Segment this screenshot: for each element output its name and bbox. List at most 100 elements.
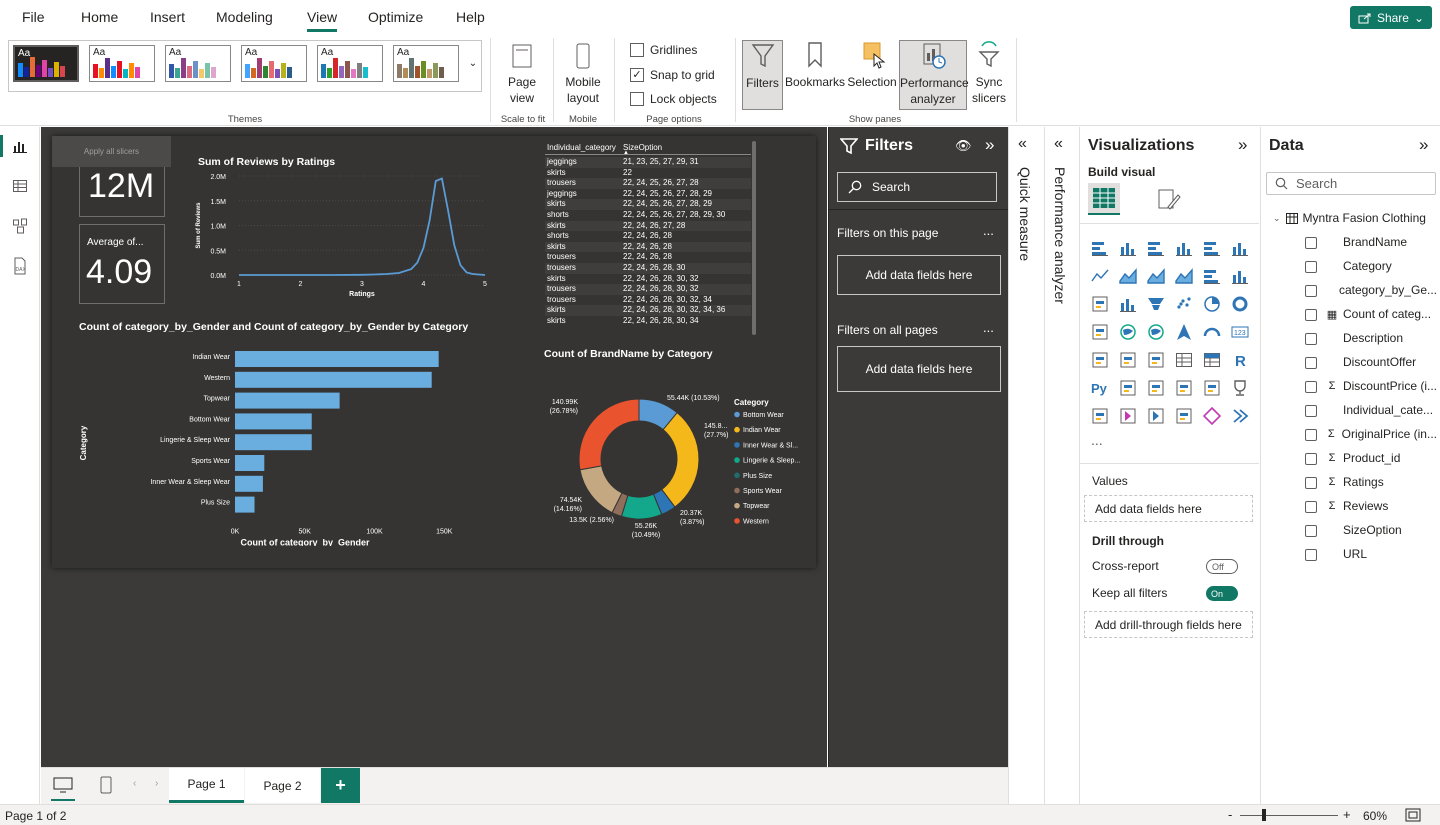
line-series[interactable] bbox=[239, 177, 486, 276]
field-item[interactable]: Individual_cate... bbox=[1325, 403, 1437, 417]
narrative-icon[interactable] bbox=[1202, 378, 1222, 398]
bar[interactable] bbox=[235, 434, 312, 451]
field-item[interactable]: Σ Ratings bbox=[1325, 475, 1437, 489]
field-item[interactable]: DiscountOffer bbox=[1325, 355, 1437, 369]
field-checkbox[interactable] bbox=[1305, 429, 1317, 441]
menu-file[interactable]: File bbox=[22, 9, 45, 25]
bar[interactable] bbox=[235, 371, 432, 388]
bar[interactable] bbox=[235, 413, 312, 430]
new-card-icon[interactable] bbox=[1174, 406, 1194, 426]
theme-option[interactable]: Aa bbox=[165, 45, 231, 82]
menu-insert[interactable]: Insert bbox=[150, 9, 185, 25]
line-column-icon[interactable] bbox=[1202, 266, 1222, 286]
donut-slice[interactable] bbox=[578, 398, 640, 471]
power-automate-icon[interactable] bbox=[1146, 406, 1166, 426]
bar[interactable] bbox=[235, 455, 265, 471]
table-row[interactable]: skirts 22, 24, 26, 27, 28 bbox=[545, 220, 751, 232]
treemap-icon[interactable] bbox=[1090, 322, 1110, 342]
add-fields-page-dropzone[interactable]: Add data fields here bbox=[837, 255, 1001, 295]
table-row[interactable]: jeggings 21, 23, 25, 27, 29, 31 bbox=[545, 157, 751, 168]
field-item[interactable]: Σ Product_id bbox=[1325, 451, 1437, 465]
menu-home[interactable]: Home bbox=[81, 9, 118, 25]
donut-icon[interactable] bbox=[1230, 294, 1250, 314]
table-row[interactable]: shorts 22, 24, 26, 28 bbox=[545, 231, 751, 242]
donut-slice[interactable] bbox=[579, 465, 623, 514]
snap-to-grid-checkbox[interactable]: ✓ Snap to grid bbox=[630, 68, 715, 82]
field-checkbox[interactable] bbox=[1305, 261, 1317, 273]
field-checkbox[interactable] bbox=[1305, 357, 1317, 369]
keep-all-filters-toggle[interactable]: On bbox=[1206, 586, 1238, 601]
mobile-layout-button[interactable]: Mobile layout bbox=[560, 42, 606, 106]
legend-item[interactable]: Western bbox=[743, 518, 769, 525]
ribbon-chart-icon[interactable] bbox=[1090, 294, 1110, 314]
gridlines-checkbox[interactable]: Gridlines bbox=[630, 43, 697, 57]
kpi-card-average[interactable]: Average of... 4.09 bbox=[79, 224, 165, 304]
100-bar-icon[interactable] bbox=[1202, 238, 1222, 258]
r-script-icon[interactable]: R bbox=[1230, 350, 1250, 370]
filters-search-input[interactable]: Search bbox=[837, 172, 997, 202]
eye-icon[interactable]: 👁 bbox=[955, 138, 972, 154]
table-row[interactable]: skirts 22, 24, 26, 28, 30, 34 bbox=[545, 316, 751, 327]
azure-map-icon[interactable] bbox=[1174, 322, 1194, 342]
filters-pane-button[interactable]: Filters bbox=[742, 40, 783, 110]
field-item[interactable]: Σ Reviews bbox=[1325, 499, 1437, 513]
field-item[interactable]: Category bbox=[1325, 259, 1437, 273]
field-checkbox[interactable] bbox=[1305, 501, 1317, 513]
power-apps-icon[interactable] bbox=[1118, 406, 1138, 426]
field-checkbox[interactable] bbox=[1305, 285, 1317, 297]
fit-to-page-icon[interactable] bbox=[1405, 808, 1421, 825]
multirow-card-icon[interactable] bbox=[1090, 350, 1110, 370]
field-item[interactable]: Description bbox=[1325, 331, 1437, 345]
theme-option[interactable]: Aa bbox=[393, 45, 459, 82]
stacked-area-icon[interactable] bbox=[1146, 266, 1166, 286]
line-clustered-icon[interactable] bbox=[1230, 266, 1250, 286]
theme-option[interactable]: Aa bbox=[241, 45, 307, 82]
drill-through-dropzone[interactable]: Add drill-through fields here bbox=[1084, 611, 1253, 638]
menu-view[interactable]: View bbox=[307, 9, 337, 25]
field-checkbox[interactable] bbox=[1305, 525, 1317, 537]
quick-measure-pane[interactable]: « Quick measure bbox=[1008, 127, 1044, 804]
donut-slice[interactable] bbox=[661, 411, 700, 508]
table-row[interactable]: shorts 22, 24, 25, 26, 27, 28, 29, 30 bbox=[545, 210, 751, 221]
performance-analyzer-button[interactable]: Performance analyzer bbox=[899, 40, 969, 110]
table-icon[interactable] bbox=[1174, 350, 1194, 370]
field-item[interactable]: BrandName bbox=[1325, 235, 1437, 249]
themes-expand-icon[interactable]: ⌄ bbox=[467, 45, 479, 82]
zoom-slider-thumb[interactable] bbox=[1262, 809, 1266, 821]
bar[interactable] bbox=[235, 496, 255, 513]
expand-icon[interactable]: « bbox=[1054, 135, 1063, 153]
area-chart-icon[interactable] bbox=[1118, 266, 1138, 286]
legend-item[interactable]: Bottom Wear bbox=[743, 412, 784, 419]
performance-analyzer-pane[interactable]: « Performance analyzer bbox=[1044, 127, 1079, 804]
field-item[interactable]: URL bbox=[1325, 547, 1437, 561]
desktop-layout-icon[interactable] bbox=[51, 774, 75, 796]
donut-chart-brand-by-category[interactable]: 55.44K (10.53%) 145.8... (27.7%) 20.37K (3.8… bbox=[542, 376, 814, 556]
page-view-button[interactable]: Page view bbox=[500, 42, 544, 106]
model-view-icon[interactable] bbox=[9, 215, 31, 237]
lock-objects-checkbox[interactable]: Lock objects bbox=[630, 92, 717, 106]
zoom-slider-track[interactable] bbox=[1240, 815, 1338, 816]
pie-icon[interactable] bbox=[1202, 294, 1222, 314]
table-row[interactable]: skirts 22, 24, 26, 28 bbox=[545, 241, 751, 253]
decomposition-tree-icon[interactable] bbox=[1146, 378, 1166, 398]
map-icon[interactable] bbox=[1118, 322, 1138, 342]
legend-item[interactable]: Lingerie & Sleep... bbox=[743, 458, 800, 465]
python-icon[interactable]: Py bbox=[1090, 378, 1110, 398]
theme-option[interactable]: Aa bbox=[13, 45, 79, 82]
table-row[interactable]: trousers 22, 24, 25, 26, 27, 28 bbox=[545, 178, 751, 189]
field-checkbox[interactable] bbox=[1305, 309, 1317, 321]
field-item[interactable]: Σ DiscountPrice (i... bbox=[1325, 379, 1437, 393]
next-page-icon[interactable]: › bbox=[155, 778, 158, 789]
table-row[interactable]: skirts 22, 24, 25, 26, 27, 28, 29 bbox=[545, 199, 751, 210]
more-visuals-icon[interactable]: ... bbox=[1091, 432, 1103, 448]
zoom-in-button[interactable]: + bbox=[1343, 807, 1351, 822]
table-row[interactable]: trousers 22, 24, 26, 28, 30 bbox=[545, 263, 751, 274]
funnel-icon[interactable] bbox=[1146, 294, 1166, 314]
clustered-column-icon[interactable] bbox=[1174, 238, 1194, 258]
add-fields-all-pages-dropzone[interactable]: Add data fields here bbox=[837, 346, 1001, 392]
chevron-icon[interactable] bbox=[1230, 406, 1250, 426]
100-area-icon[interactable] bbox=[1174, 266, 1194, 286]
apply-all-slicers-button[interactable]: Apply all slicers bbox=[52, 136, 171, 167]
more-options-icon[interactable]: ... bbox=[983, 223, 994, 238]
bookmarks-pane-button[interactable]: Bookmarks bbox=[785, 40, 845, 90]
